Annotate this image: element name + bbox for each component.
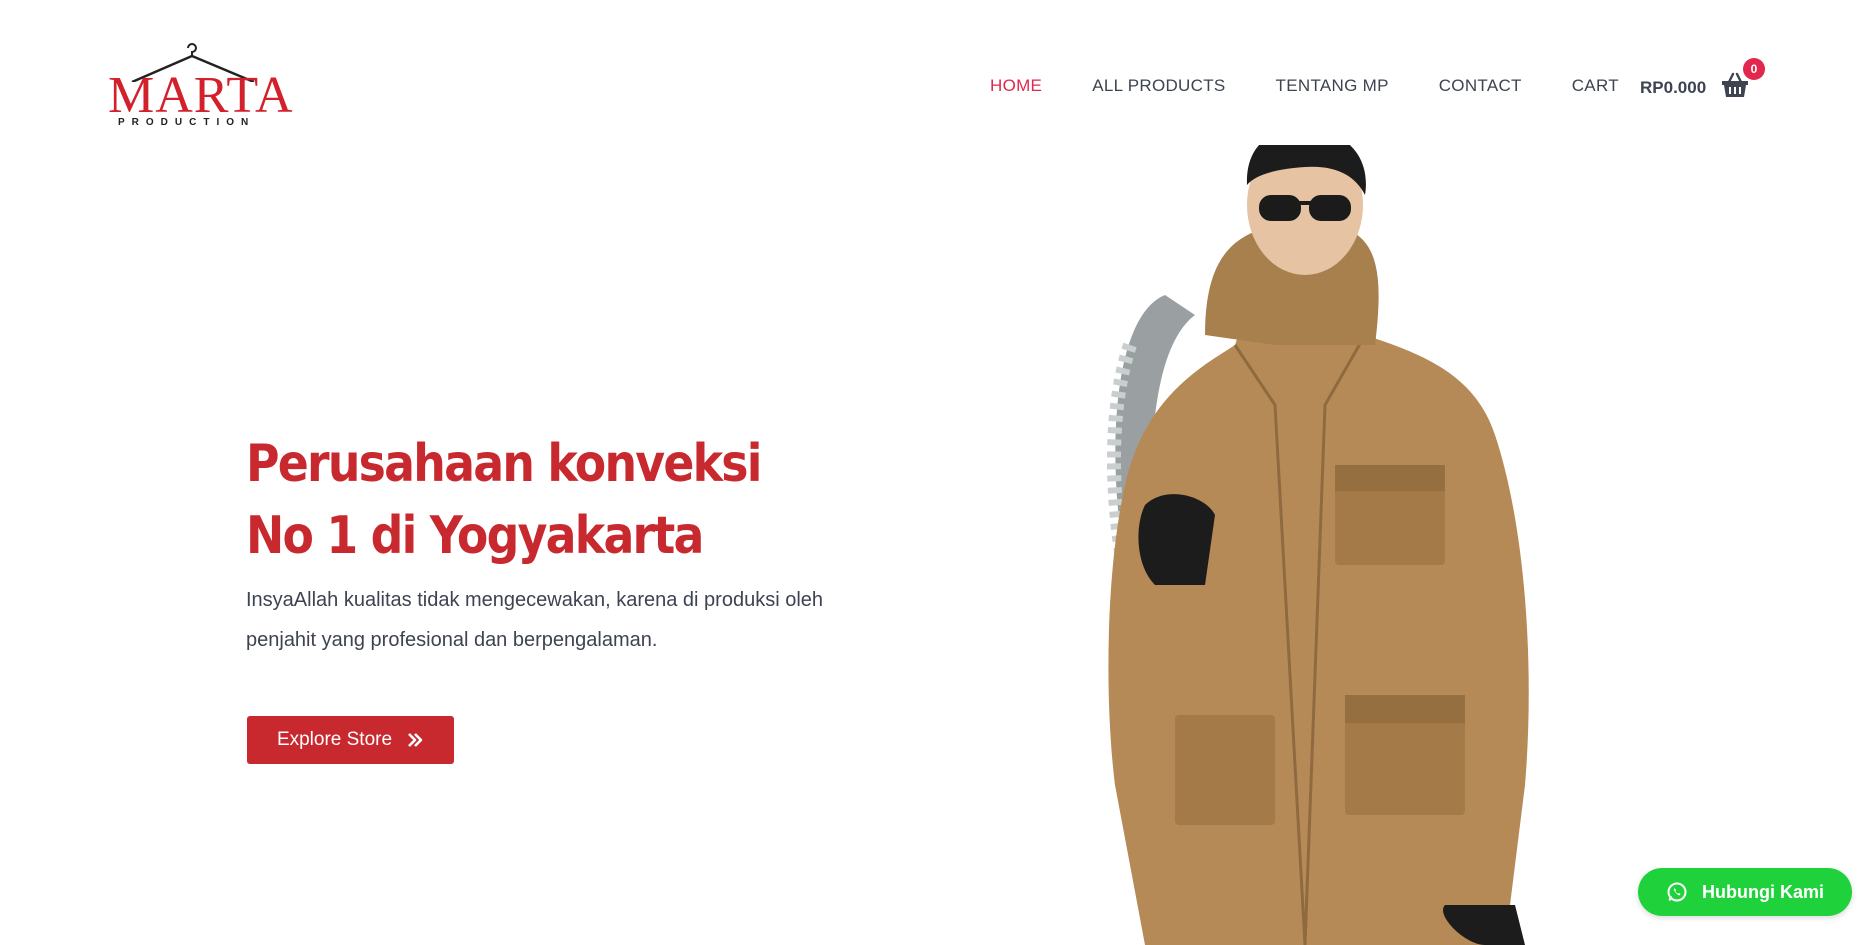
nav-item-all-products[interactable]: ALL PRODUCTS [1092,74,1225,98]
whatsapp-label: Hubungi Kami [1702,881,1824,902]
logo-wordmark: MARTA [108,67,294,124]
whatsapp-icon [1667,882,1687,902]
nav-item-tentang-mp[interactable]: TENTANG MP [1276,74,1389,98]
explore-store-label: Explore Store [276,729,393,750]
hero-image [1005,145,1625,945]
main-nav: HOME ALL PRODUCTS TENTANG MP CONTACT CAR… [990,74,1669,98]
site-header: MARTA PRODUCTION HOME ALL PRODUCTS TENTA… [0,0,1868,145]
whatsapp-contact-button[interactable]: Hubungi Kami [1638,868,1852,916]
cart-count-badge: 0 [1743,58,1765,80]
man-in-tan-jacket-photo [1107,145,1529,945]
nav-item-contact[interactable]: CONTACT [1439,74,1522,98]
hero-title: Perusahaan konveksi No 1 di Yogyakarta [246,434,762,566]
site-logo[interactable]: MARTA PRODUCTION [104,42,293,130]
nav-item-home[interactable]: HOME [990,74,1042,98]
cart-total: RP0.000 [1640,78,1707,97]
double-chevron-right-icon [408,733,423,747]
explore-store-button[interactable]: Explore Store [247,716,454,764]
hero-description: InsyaAllah kualitas tidak mengecewakan, … [246,589,824,651]
nav-item-cart[interactable]: CART [1572,74,1619,98]
logo-subtitle: PRODUCTION [118,117,256,128]
